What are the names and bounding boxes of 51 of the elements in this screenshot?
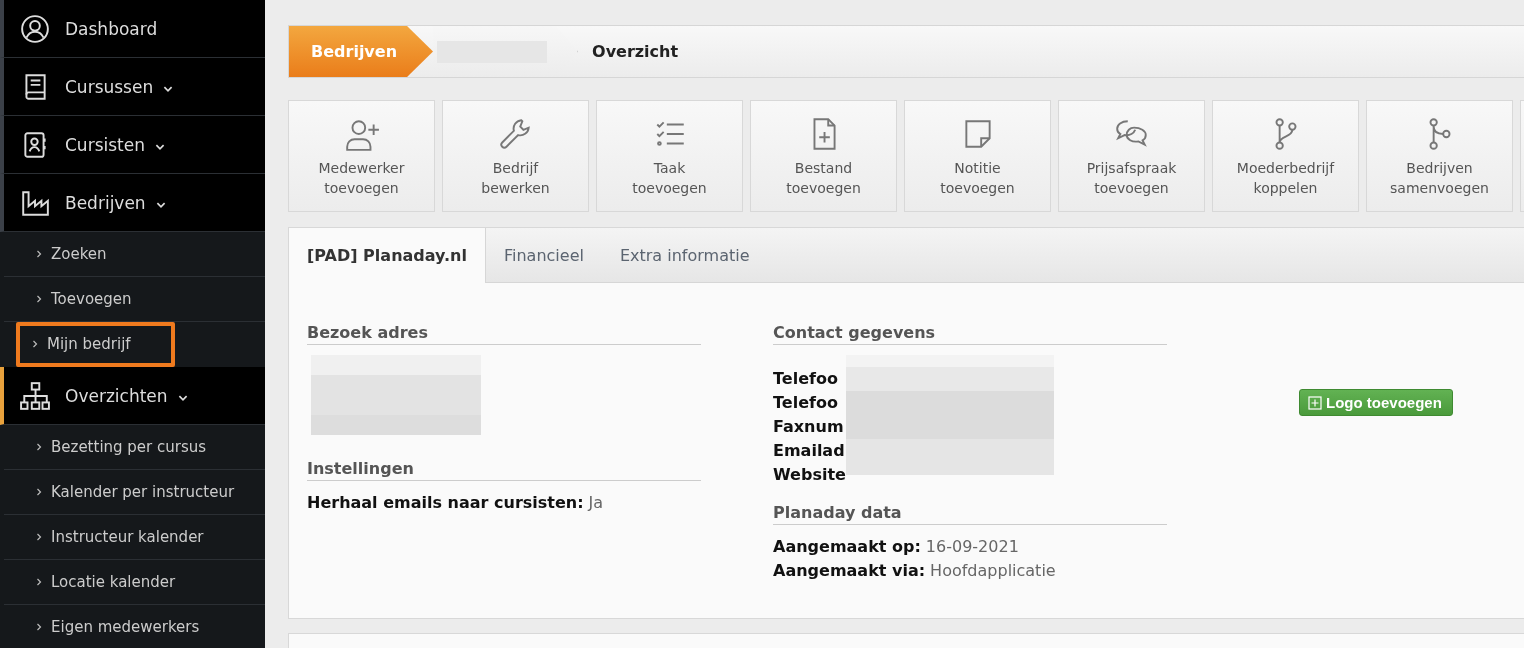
field-label: Faxnum bbox=[773, 416, 845, 438]
sidebar-item[interactable]: Overzichten bbox=[0, 367, 265, 425]
sidebar-subitem[interactable]: Kalender per instructeur bbox=[4, 470, 265, 515]
plus-square-icon bbox=[1308, 395, 1322, 410]
chevron-right-icon bbox=[34, 442, 44, 452]
tab[interactable]: [PAD] Planaday.nl bbox=[289, 228, 486, 283]
tab[interactable]: Financieel bbox=[486, 228, 602, 282]
action-tile[interactable]: Medewerker toevoegen bbox=[288, 100, 435, 212]
action-tile[interactable]: Bedrijf bewerken bbox=[442, 100, 589, 212]
tab[interactable]: Extra informatie bbox=[601, 228, 768, 282]
field-label: Emailad bbox=[773, 440, 846, 462]
section-heading: Planaday data bbox=[773, 503, 1167, 525]
chevron-right-icon bbox=[34, 577, 44, 587]
field-label: Herhaal emails naar cursisten: bbox=[307, 493, 584, 512]
sidebar-subitem[interactable]: Zoeken bbox=[4, 232, 265, 277]
section-heading: Contact gegevens bbox=[773, 323, 1167, 345]
user-circle-icon bbox=[20, 13, 50, 44]
field-label: Telefoo bbox=[773, 368, 839, 390]
field-label: Aangemaakt via: bbox=[773, 561, 926, 580]
sidebar-subitem[interactable]: Bezetting per cursus bbox=[4, 425, 265, 470]
sidebar-item[interactable]: Dashboard bbox=[0, 0, 265, 58]
sidebar-subitem[interactable]: Mijn bedrijf bbox=[16, 322, 175, 367]
action-tile[interactable]: Taak toevoegen bbox=[596, 100, 743, 212]
sidebar-item[interactable]: Bedrijven bbox=[0, 174, 265, 232]
chevron-right-icon bbox=[34, 487, 44, 497]
chevron-right-icon bbox=[30, 339, 40, 349]
sidebar-item[interactable]: Cursisten bbox=[0, 116, 265, 174]
chevron-right-icon bbox=[34, 294, 44, 304]
chevron-right-icon bbox=[34, 622, 44, 632]
sidebar-subitem[interactable]: Instructeur kalender bbox=[4, 515, 265, 560]
sidebar-subitem[interactable]: Toevoegen bbox=[4, 277, 265, 322]
field-label: Website bbox=[773, 464, 846, 486]
chevron-right-icon bbox=[34, 532, 44, 542]
breadcrumb-current: Overzicht bbox=[591, 41, 679, 63]
field-label: Aangemaakt op: bbox=[773, 537, 921, 556]
action-tile[interactable]: Notitie toevoegen bbox=[904, 100, 1051, 212]
sidebar-item[interactable]: Cursussen bbox=[0, 58, 265, 116]
sidebar-subitem[interactable]: Locatie kalender bbox=[4, 560, 265, 605]
action-tile[interactable]: Bestand toevoegen bbox=[750, 100, 897, 212]
action-tile[interactable]: Moederbedrijf koppelen bbox=[1212, 100, 1359, 212]
action-tile[interactable]: Bedrijven samenvoegen bbox=[1366, 100, 1513, 212]
action-tile[interactable]: Prijsafspraak toevoegen bbox=[1058, 100, 1205, 212]
section-heading: Instellingen bbox=[307, 459, 701, 481]
chevron-right-icon bbox=[34, 249, 44, 259]
sitemap-icon bbox=[20, 380, 50, 411]
sidebar-subitem[interactable]: Eigen medewerkers bbox=[4, 605, 265, 648]
field-value: Ja bbox=[588, 493, 604, 512]
field-value: Hoofdapplicatie bbox=[930, 561, 1056, 580]
field-label: Telefoo bbox=[773, 392, 839, 414]
field-value: 16-09-2021 bbox=[925, 537, 1019, 556]
section-heading: Bezoek adres bbox=[307, 323, 701, 345]
